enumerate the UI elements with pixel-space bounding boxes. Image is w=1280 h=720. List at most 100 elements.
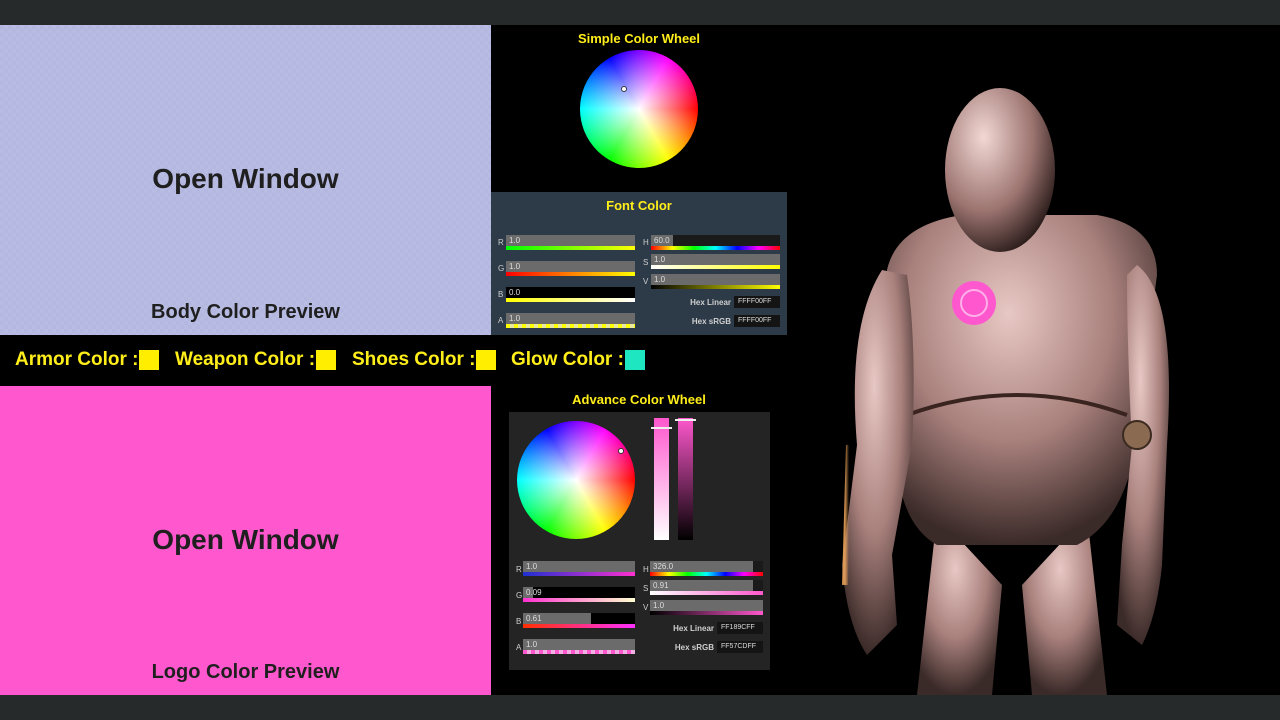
value-column-slider[interactable] <box>678 418 693 540</box>
saturation-column-slider[interactable] <box>654 418 669 540</box>
hex-srgb-label: Hex sRGB <box>674 643 714 652</box>
alpha-channel-letter: A <box>516 643 522 652</box>
hex-linear-label: Hex Linear <box>690 298 731 307</box>
green-channel-letter: G <box>516 591 523 600</box>
alpha-slider[interactable]: 1.0 <box>506 313 635 324</box>
blue-gradient-bar <box>523 624 635 628</box>
font-color-title: Font Color <box>606 198 672 213</box>
body-color-preview-label: Body Color Preview <box>151 301 340 323</box>
value-channel-letter: V <box>643 277 649 286</box>
red-slider[interactable]: 1.0 <box>506 235 635 246</box>
saturation-value: 1.0 <box>654 255 666 264</box>
green-slider[interactable]: 1.0 <box>506 261 635 272</box>
alpha-value: 1.0 <box>526 640 538 649</box>
saturation-gradient-bar <box>650 591 763 595</box>
wheel-cursor-handle[interactable] <box>618 448 624 454</box>
weapon-color-label: Weapon Color : <box>175 349 316 370</box>
blue-slider[interactable]: 0.61 <box>523 613 635 624</box>
saturation-slider-fill <box>651 254 780 265</box>
saturation-slider[interactable]: 0.91 <box>650 580 763 591</box>
green-gradient-bar <box>523 598 635 602</box>
alpha-channel-letter: A <box>498 316 504 325</box>
alpha-gradient-bar <box>506 324 635 328</box>
green-value: 1.0 <box>509 262 521 271</box>
green-gradient-bar <box>506 272 635 276</box>
saturation-column-handle[interactable] <box>651 427 672 429</box>
simple-color-wheel[interactable] <box>580 50 698 168</box>
hex-linear-field[interactable]: FFFF00FF <box>734 296 780 308</box>
hue-gradient-bar <box>651 246 780 250</box>
red-slider-fill <box>506 235 635 246</box>
logo-color-preview: Open Window Logo Color Preview <box>0 386 491 695</box>
blue-slider[interactable]: 0.0 <box>506 287 635 298</box>
red-gradient-bar <box>523 572 635 576</box>
value-column-handle[interactable] <box>675 419 696 421</box>
value-slider-fill <box>650 600 763 611</box>
hue-slider[interactable]: 326.0 <box>650 561 763 572</box>
hex-linear-label: Hex Linear <box>673 624 714 633</box>
blue-channel-letter: B <box>516 617 522 626</box>
shoes-color-swatch[interactable] <box>476 350 496 370</box>
hue-slider[interactable]: 60.0 <box>651 235 780 246</box>
red-channel-letter: R <box>516 565 522 574</box>
green-value: 0.09 <box>526 588 542 597</box>
value-gradient-bar <box>651 285 780 289</box>
red-value: 1.0 <box>526 562 538 571</box>
bottom-bar <box>0 695 1280 720</box>
green-slider[interactable]: 0.09 <box>523 587 635 598</box>
saturation-channel-letter: S <box>643 258 649 267</box>
hex-srgb-field[interactable]: FF57CDFF <box>717 641 763 653</box>
chest-logo-icon <box>952 281 996 325</box>
value-value: 1.0 <box>653 601 665 610</box>
blue-channel-letter: B <box>498 290 504 299</box>
value-value: 1.0 <box>654 275 666 284</box>
red-slider-fill <box>523 561 635 572</box>
font-color-panel: Font Color R 1.0 G 1.0 B 0.0 A 1.0 H 60.… <box>491 192 787 335</box>
value-slider[interactable]: 1.0 <box>651 274 780 285</box>
blue-value: 0.0 <box>509 288 521 297</box>
alpha-gradient-bar <box>523 650 635 654</box>
armor-color-swatch[interactable] <box>139 350 159 370</box>
saturation-slider[interactable]: 1.0 <box>651 254 780 265</box>
color-swatch-row: Armor Color : Weapon Color : Shoes Color… <box>0 335 787 386</box>
weapon-color-swatch[interactable] <box>316 350 336 370</box>
hex-linear-field[interactable]: FF189CFF <box>717 622 763 634</box>
glow-color-swatch[interactable] <box>625 350 645 370</box>
value-slider[interactable]: 1.0 <box>650 600 763 611</box>
logo-color-preview-label: Logo Color Preview <box>151 661 340 683</box>
simple-color-wheel-title: Simple Color Wheel <box>577 31 701 46</box>
hue-channel-letter: H <box>643 238 649 247</box>
hex-srgb-label: Hex sRGB <box>691 317 731 326</box>
red-channel-letter: R <box>498 238 504 247</box>
red-slider[interactable]: 1.0 <box>523 561 635 572</box>
hex-srgb-field[interactable]: FFFF00FF <box>734 315 780 327</box>
elbow-joint-icon <box>1122 420 1152 450</box>
mannequin-character-image <box>842 88 1169 695</box>
red-gradient-bar <box>506 246 635 250</box>
red-value: 1.0 <box>509 236 521 245</box>
advance-color-wheel-panel: R 1.0 G 0.09 B 0.61 A 1.0 H 326.0 S 0.91… <box>509 412 770 670</box>
hue-channel-letter: H <box>643 565 649 574</box>
blue-gradient-bar <box>506 298 635 302</box>
open-window-button[interactable]: Open Window <box>0 163 491 195</box>
hue-gradient-bar <box>650 572 763 576</box>
hue-value: 326.0 <box>653 562 674 571</box>
alpha-value: 1.0 <box>509 314 521 323</box>
green-slider-fill <box>506 261 635 272</box>
open-window-button[interactable]: Open Window <box>0 524 491 556</box>
shoes-color-label: Shoes Color : <box>352 349 476 370</box>
advance-color-wheel[interactable] <box>517 421 635 539</box>
character-viewport <box>787 25 1280 695</box>
blue-value: 0.61 <box>526 614 542 623</box>
saturation-value: 0.91 <box>653 581 669 590</box>
armor-color-label: Armor Color : <box>15 349 139 370</box>
top-bar <box>0 0 1280 25</box>
value-channel-letter: V <box>643 603 649 612</box>
alpha-slider-fill <box>523 639 635 650</box>
alpha-slider[interactable]: 1.0 <box>523 639 635 650</box>
saturation-channel-letter: S <box>643 584 649 593</box>
advance-color-wheel-title: Advance Color Wheel <box>572 392 706 407</box>
wheel-cursor-handle[interactable] <box>621 86 627 92</box>
saturation-gradient-bar <box>651 265 780 269</box>
alpha-slider-fill <box>506 313 635 324</box>
